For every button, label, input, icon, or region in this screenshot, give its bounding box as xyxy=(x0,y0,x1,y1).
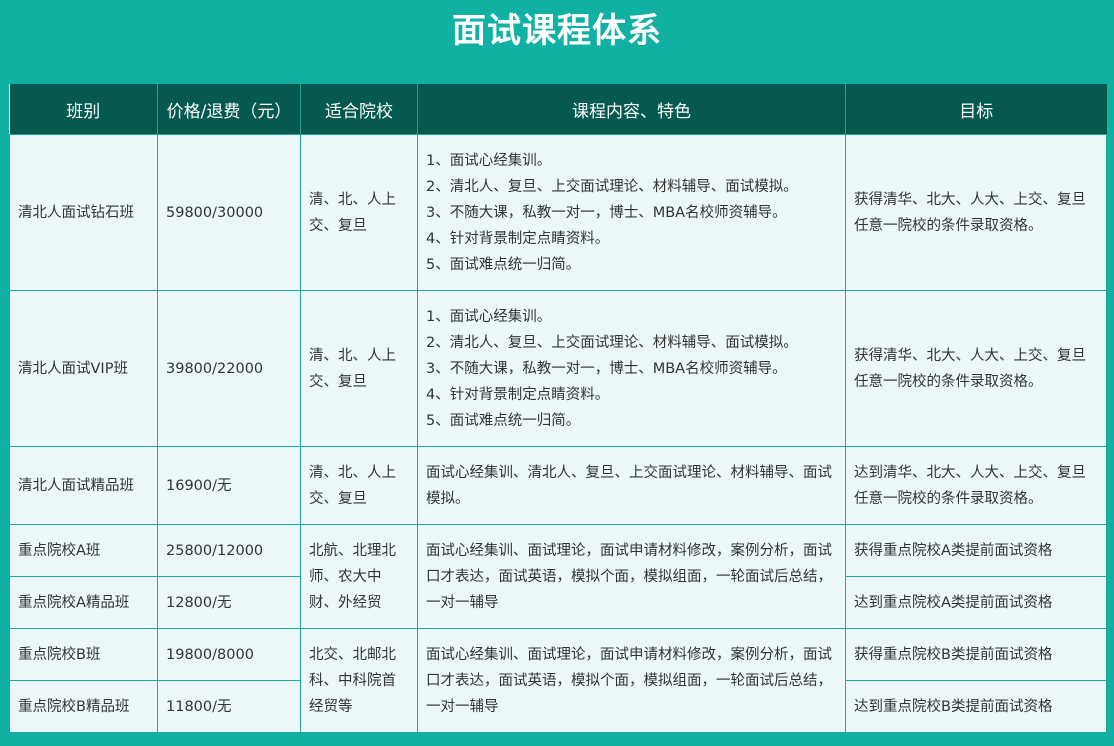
content-line: 4、针对背景制定点睛资料。 xyxy=(426,230,610,247)
cell-content: 面试心经集训、面试理论，面试申请材料修改，案例分析，面试口才表达，面试英语，模拟… xyxy=(417,628,846,733)
cell-content: 面试心经集训、清北人、复旦、上交面试理论、材料辅导、面试模拟。 xyxy=(417,446,846,525)
cell-goal: 达到清华、北大、人大、上交、复旦任意一院校的条件录取资格。 xyxy=(845,446,1107,525)
table-row: 重点院校A班 25800/12000 北航、北理北师、农大中财、外经贸 面试心经… xyxy=(9,524,1107,629)
cell-class-name: 重点院校A班 xyxy=(9,524,158,577)
header-goal: 目标 xyxy=(845,84,1107,135)
cell-price: 39800/22000 xyxy=(157,290,301,447)
course-table: 班别 价格/退费（元） 适合院校 课程内容、特色 目标 清北人面试钻石班 598… xyxy=(9,84,1107,733)
cell-price: 19800/8000 xyxy=(157,628,301,681)
cell-content: 面试心经集训、面试理论，面试申请材料修改，案例分析，面试口才表达，面试英语，模拟… xyxy=(417,524,846,629)
cell-school: 清、北、人上交、复旦 xyxy=(300,290,418,447)
page-title: 面试课程体系 xyxy=(452,11,662,51)
cell-goal: 获得清华、北大、人大、上交、复旦任意一院校的条件录取资格。 xyxy=(845,134,1107,291)
cell-price: 11800/无 xyxy=(157,680,301,733)
cell-class-name: 重点院校B班 xyxy=(9,628,158,681)
cell-goal: 达到重点院校B类提前面试资格 xyxy=(845,680,1107,733)
content-line: 2、清北人、复旦、上交面试理论、材料辅导、面试模拟。 xyxy=(426,178,798,195)
cell-class-name: 清北人面试精品班 xyxy=(9,446,158,525)
content-line: 3、不随大课，私教一对一，博士、MBA名校师资辅导。 xyxy=(426,360,787,377)
cell-goal: 获得重点院校A类提前面试资格 xyxy=(845,524,1107,577)
content-line: 3、不随大课，私教一对一，博士、MBA名校师资辅导。 xyxy=(426,204,787,221)
cell-price: 16900/无 xyxy=(157,446,301,525)
cell-content: 1、面试心经集训。 2、清北人、复旦、上交面试理论、材料辅导、面试模拟。 3、不… xyxy=(417,134,846,291)
cell-price: 12800/无 xyxy=(157,576,301,629)
content-line: 2、清北人、复旦、上交面试理论、材料辅导、面试模拟。 xyxy=(426,334,798,351)
cell-price: 25800/12000 xyxy=(157,524,301,577)
header-school: 适合院校 xyxy=(300,84,418,135)
table-row: 重点院校B班 19800/8000 北交、北邮北科、中科院首经贸等 面试心经集训… xyxy=(9,628,1107,733)
header-content: 课程内容、特色 xyxy=(417,84,846,135)
cell-class-name: 重点院校A精品班 xyxy=(9,576,158,629)
cell-class-name: 清北人面试钻石班 xyxy=(9,134,158,291)
content-line: 4、针对背景制定点睛资料。 xyxy=(426,386,610,403)
table-header-row: 班别 价格/退费（元） 适合院校 课程内容、特色 目标 xyxy=(9,84,1107,135)
cell-goal: 获得清华、北大、人大、上交、复旦任意一院校的条件录取资格。 xyxy=(845,290,1107,447)
cell-school: 清、北、人上交、复旦 xyxy=(300,134,418,291)
table-row: 清北人面试精品班 16900/无 清、北、人上交、复旦 面试心经集训、清北人、复… xyxy=(9,446,1107,525)
header-class: 班别 xyxy=(9,84,158,135)
table-row: 清北人面试钻石班 59800/30000 清、北、人上交、复旦 1、面试心经集训… xyxy=(9,134,1107,291)
content-line: 1、面试心经集训。 xyxy=(426,308,552,325)
cell-goal: 获得重点院校B类提前面试资格 xyxy=(845,628,1107,681)
content-line: 5、面试难点统一归简。 xyxy=(426,256,581,273)
cell-price: 59800/30000 xyxy=(157,134,301,291)
table-row: 清北人面试VIP班 39800/22000 清、北、人上交、复旦 1、面试心经集… xyxy=(9,290,1107,447)
cell-school: 北交、北邮北科、中科院首经贸等 xyxy=(300,628,418,733)
header-price: 价格/退费（元） xyxy=(157,84,301,135)
content-line: 5、面试难点统一归简。 xyxy=(426,412,581,429)
cell-goal: 达到重点院校A类提前面试资格 xyxy=(845,576,1107,629)
cell-school: 北航、北理北师、农大中财、外经贸 xyxy=(300,524,418,629)
content-line: 1、面试心经集训。 xyxy=(426,152,552,169)
cell-school: 清、北、人上交、复旦 xyxy=(300,446,418,525)
cell-class-name: 重点院校B精品班 xyxy=(9,680,158,733)
cell-class-name: 清北人面试VIP班 xyxy=(9,290,158,447)
cell-content: 1、面试心经集训。 2、清北人、复旦、上交面试理论、材料辅导、面试模拟。 3、不… xyxy=(417,290,846,447)
